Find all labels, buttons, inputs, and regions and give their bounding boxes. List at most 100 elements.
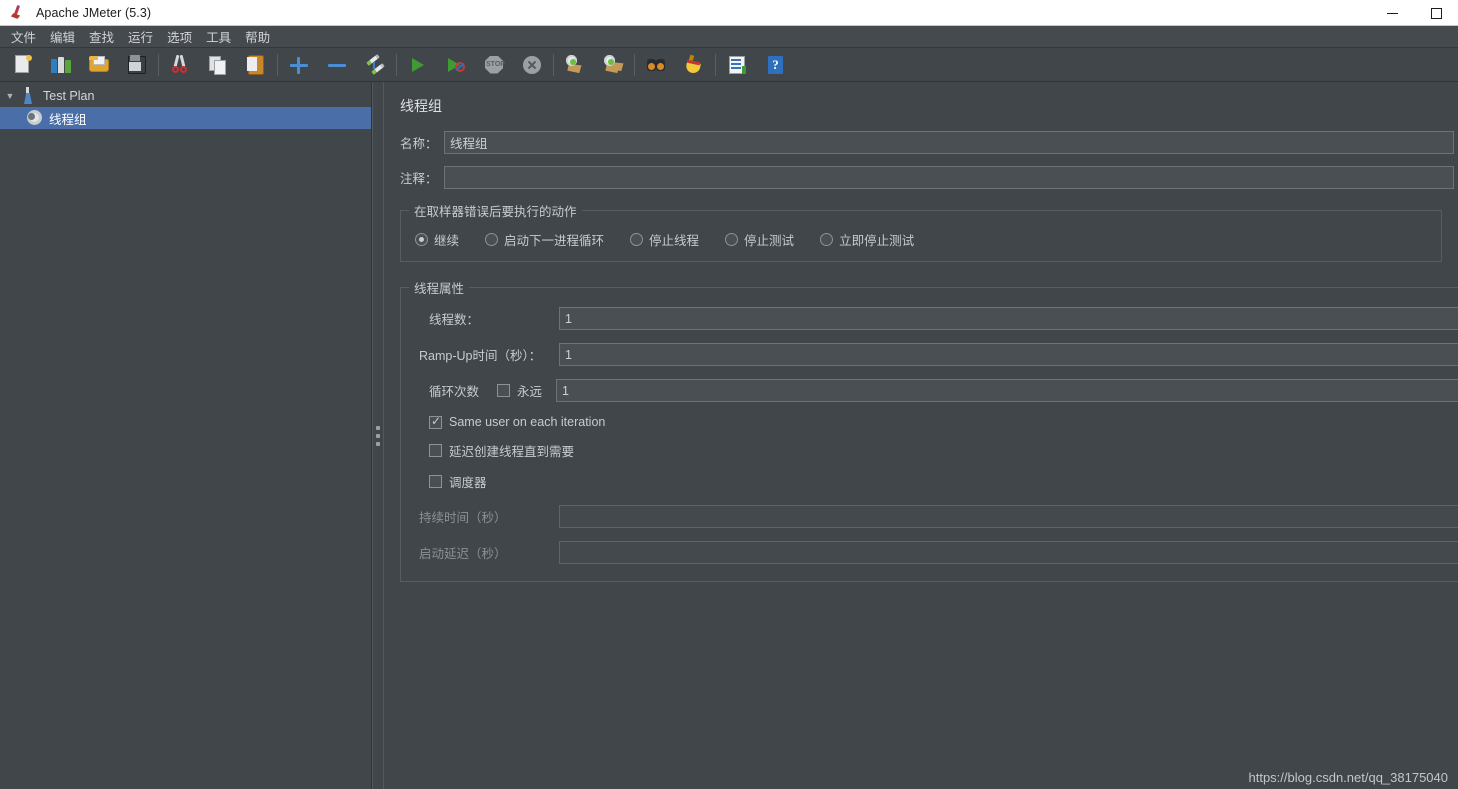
main-area: ▼ Test Plan 线程组 线程组 名称： 注释： bbox=[0, 82, 1458, 789]
search-button[interactable] bbox=[637, 50, 675, 80]
thread-group-editor: 线程组 名称： 注释： 在取样器错误后要执行的动作 继续 启动下一进程循环 bbox=[384, 82, 1458, 789]
error-action-radios: 继续 启动下一进程循环 停止线程 停止测试 立即停止测试 bbox=[401, 230, 1441, 249]
duration-label: 持续时间（秒） bbox=[419, 511, 507, 525]
clear-all-button[interactable] bbox=[594, 50, 632, 80]
radio-button-icon[interactable] bbox=[415, 233, 428, 246]
new-test-plan-button[interactable] bbox=[4, 50, 42, 80]
menu-run[interactable]: 运行 bbox=[121, 25, 160, 48]
maximize-button[interactable] bbox=[1414, 0, 1458, 26]
paste-icon bbox=[245, 54, 267, 76]
menu-options[interactable]: 选项 bbox=[160, 25, 199, 48]
cut-button[interactable] bbox=[161, 50, 199, 80]
tree-item-test-plan[interactable]: ▼ Test Plan bbox=[0, 85, 371, 107]
scheduler-row[interactable]: 调度器 bbox=[411, 472, 1458, 491]
loop-count-row: 循环次数 永远 bbox=[411, 379, 1458, 402]
expand-all-button[interactable] bbox=[280, 50, 318, 80]
expand-all-icon bbox=[288, 54, 310, 76]
threads-label: 线程数： bbox=[429, 313, 480, 327]
start-no-pauses-button[interactable] bbox=[437, 50, 475, 80]
maximize-icon bbox=[1430, 7, 1442, 19]
loop-count-input[interactable] bbox=[556, 379, 1458, 402]
radio-label: 停止线程 bbox=[649, 234, 700, 248]
delay-thread-creation-row[interactable]: 延迟创建线程直到需要 bbox=[411, 441, 1458, 460]
name-label: 名称： bbox=[400, 137, 438, 151]
templates-icon bbox=[50, 54, 72, 76]
toolbar-separator bbox=[634, 53, 635, 76]
radio-button-icon[interactable] bbox=[725, 233, 739, 246]
page-title: 线程组 bbox=[400, 98, 442, 114]
minimize-button[interactable] bbox=[1370, 0, 1414, 26]
shutdown-button[interactable] bbox=[513, 50, 551, 80]
radio-start-next-loop[interactable]: 启动下一进程循环 bbox=[485, 230, 604, 249]
templates-button[interactable] bbox=[42, 50, 80, 80]
title-bar: Apache JMeter (5.3) bbox=[0, 0, 1458, 26]
copy-icon bbox=[207, 54, 229, 76]
name-input[interactable] bbox=[444, 131, 1454, 154]
paste-button[interactable] bbox=[237, 50, 275, 80]
radio-continue[interactable]: 继续 bbox=[415, 230, 459, 249]
panel-splitter[interactable] bbox=[372, 82, 384, 789]
toolbar: STOP ? bbox=[0, 48, 1458, 82]
radio-stop-test-now[interactable]: 立即停止测试 bbox=[820, 230, 914, 249]
comment-input[interactable] bbox=[444, 166, 1454, 189]
clear-icon bbox=[564, 54, 586, 76]
same-user-row[interactable]: Same user on each iteration bbox=[411, 414, 1458, 429]
delay-thread-creation-checkbox[interactable] bbox=[429, 444, 442, 457]
cut-icon bbox=[169, 54, 191, 76]
menu-help[interactable]: 帮助 bbox=[238, 25, 277, 48]
test-plan-icon bbox=[18, 87, 38, 105]
open-button[interactable] bbox=[80, 50, 118, 80]
duration-row: 持续时间（秒） bbox=[411, 505, 1458, 528]
rampup-input[interactable] bbox=[559, 343, 1458, 366]
loop-count-label: 循环次数 bbox=[429, 385, 480, 399]
clear-button[interactable] bbox=[556, 50, 594, 80]
help-button[interactable]: ? bbox=[756, 50, 794, 80]
toggle-button[interactable] bbox=[356, 50, 394, 80]
search-reset-button[interactable] bbox=[675, 50, 713, 80]
radio-label: 启动下一进程循环 bbox=[504, 234, 605, 248]
chevron-down-icon[interactable]: ▼ bbox=[2, 91, 18, 101]
menu-edit[interactable]: 编辑 bbox=[43, 25, 82, 48]
toolbar-separator bbox=[277, 53, 278, 76]
startup-delay-label: 启动延迟（秒） bbox=[419, 547, 507, 561]
search-reset-icon bbox=[683, 54, 705, 76]
menu-search[interactable]: 查找 bbox=[82, 25, 121, 48]
menu-bar: 文件 编辑 查找 运行 选项 工具 帮助 bbox=[0, 26, 1458, 48]
stop-button[interactable]: STOP bbox=[475, 50, 513, 80]
collapse-all-icon bbox=[326, 54, 348, 76]
tree-item-label: 线程组 bbox=[49, 112, 87, 127]
threads-row: 线程数： bbox=[411, 307, 1458, 330]
error-action-legend: 在取样器错误后要执行的动作 bbox=[414, 205, 577, 219]
thread-properties-body: 线程数： Ramp-Up时间（秒）： 循环次数 永远 Same user on … bbox=[401, 307, 1458, 564]
startup-delay-row: 启动延迟（秒） bbox=[411, 541, 1458, 564]
menu-file[interactable]: 文件 bbox=[4, 25, 43, 48]
scheduler-checkbox[interactable] bbox=[429, 475, 442, 488]
shutdown-icon bbox=[521, 54, 543, 76]
radio-stop-thread[interactable]: 停止线程 bbox=[630, 230, 699, 249]
copy-button[interactable] bbox=[199, 50, 237, 80]
same-user-checkbox[interactable] bbox=[429, 414, 442, 429]
jmeter-feather-icon bbox=[7, 3, 27, 23]
threads-input[interactable] bbox=[559, 307, 1458, 330]
open-icon bbox=[88, 54, 110, 76]
save-button[interactable] bbox=[118, 50, 156, 80]
duration-input[interactable] bbox=[559, 505, 1458, 528]
radio-button-icon[interactable] bbox=[630, 233, 644, 246]
radio-button-icon[interactable] bbox=[485, 233, 499, 246]
menu-tools[interactable]: 工具 bbox=[199, 25, 238, 48]
radio-stop-test[interactable]: 停止测试 bbox=[725, 230, 794, 249]
tree-item-thread-group[interactable]: 线程组 bbox=[0, 107, 371, 129]
function-helper-button[interactable] bbox=[718, 50, 756, 80]
rampup-label: Ramp-Up时间（秒）： bbox=[419, 349, 542, 363]
collapse-all-button[interactable] bbox=[318, 50, 356, 80]
toolbar-separator bbox=[396, 53, 397, 76]
startup-delay-input[interactable] bbox=[559, 541, 1458, 564]
forever-checkbox[interactable] bbox=[497, 384, 510, 397]
radio-button-icon[interactable] bbox=[820, 233, 834, 246]
forever-label: 永远 bbox=[517, 385, 543, 399]
scheduler-label: 调度器 bbox=[449, 476, 487, 490]
start-button[interactable] bbox=[399, 50, 437, 80]
start-icon bbox=[407, 54, 429, 76]
watermark-text: https://blog.csdn.net/qq_38175040 bbox=[1248, 770, 1449, 785]
radio-label: 停止测试 bbox=[744, 234, 795, 248]
